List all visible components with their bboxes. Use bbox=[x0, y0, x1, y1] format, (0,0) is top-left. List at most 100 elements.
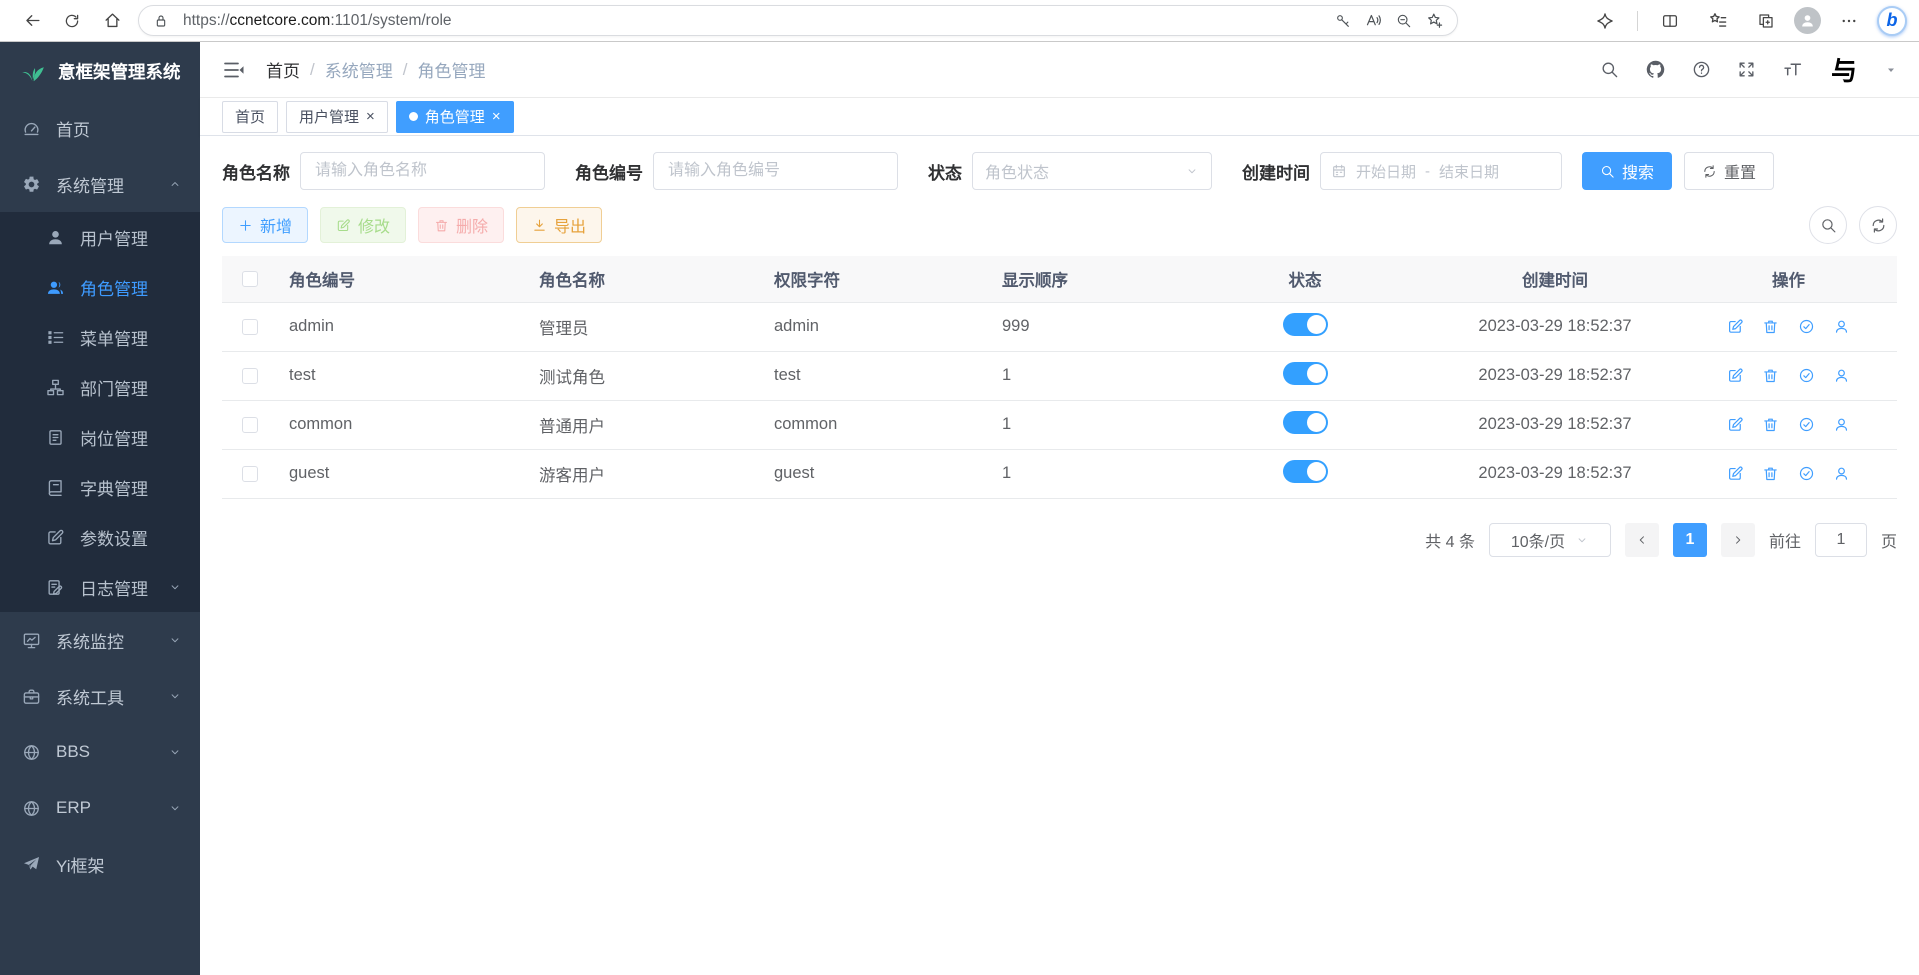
next-page-button[interactable] bbox=[1721, 523, 1755, 557]
search-button[interactable]: 搜索 bbox=[1582, 152, 1672, 190]
export-button[interactable]: 导出 bbox=[516, 207, 602, 243]
row-data-scope-icon[interactable] bbox=[1798, 318, 1815, 335]
row-checkbox[interactable] bbox=[242, 466, 258, 482]
status-select[interactable]: 角色状态 bbox=[972, 152, 1212, 190]
status-toggle[interactable] bbox=[1283, 313, 1328, 336]
status-toggle[interactable] bbox=[1283, 362, 1328, 385]
row-delete-icon[interactable] bbox=[1762, 367, 1779, 384]
row-edit-icon[interactable] bbox=[1727, 416, 1744, 433]
sidebar-item-param-settings[interactable]: 参数设置 bbox=[0, 512, 200, 562]
zoom-out-icon[interactable] bbox=[1396, 13, 1412, 29]
cell-perm: test bbox=[762, 351, 990, 400]
refresh-table-button[interactable] bbox=[1859, 206, 1897, 244]
status-toggle[interactable] bbox=[1283, 460, 1328, 483]
row-delete-icon[interactable] bbox=[1762, 465, 1779, 482]
reload-icon[interactable] bbox=[52, 4, 92, 38]
split-screen-icon[interactable] bbox=[1650, 4, 1690, 38]
sidebar-item-post-mgmt[interactable]: 岗位管理 bbox=[0, 412, 200, 462]
role-code-input[interactable] bbox=[653, 152, 898, 190]
prev-page-button[interactable] bbox=[1625, 523, 1659, 557]
status-toggle[interactable] bbox=[1283, 411, 1328, 434]
tab-label: 首页 bbox=[235, 106, 265, 127]
github-icon[interactable] bbox=[1645, 59, 1666, 80]
settings-dots-icon[interactable] bbox=[1829, 4, 1869, 38]
url-text[interactable]: https://ccnetcore.com:1101/system/role bbox=[183, 12, 1321, 30]
goto-page-input[interactable] bbox=[1815, 523, 1867, 557]
sidebar-item-monitor[interactable]: 系统监控 bbox=[0, 612, 200, 668]
row-data-scope-icon[interactable] bbox=[1798, 465, 1815, 482]
address-bar[interactable]: https://ccnetcore.com:1101/system/role bbox=[138, 5, 1458, 36]
read-aloud-icon[interactable] bbox=[1365, 12, 1382, 29]
select-all-checkbox[interactable] bbox=[242, 271, 258, 287]
sidebar-item-user-mgmt[interactable]: 用户管理 bbox=[0, 212, 200, 262]
sidebar-item-label: BBS bbox=[56, 742, 90, 762]
tab-user-mgmt[interactable]: 用户管理 × bbox=[286, 101, 388, 133]
caret-down-icon[interactable] bbox=[1885, 64, 1897, 76]
role-name-input[interactable] bbox=[300, 152, 545, 190]
row-data-scope-icon[interactable] bbox=[1798, 416, 1815, 433]
close-icon[interactable]: × bbox=[492, 109, 501, 124]
copilot-icon[interactable]: b bbox=[1877, 6, 1907, 36]
sidebar-item-role-mgmt[interactable]: 角色管理 bbox=[0, 262, 200, 312]
row-assign-user-icon[interactable] bbox=[1833, 465, 1850, 482]
toolbar-divider bbox=[1637, 11, 1638, 31]
modify-button[interactable]: 修改 bbox=[320, 207, 406, 243]
row-checkbox[interactable] bbox=[242, 368, 258, 384]
help-icon[interactable] bbox=[1692, 60, 1711, 79]
font-size-icon[interactable] bbox=[1782, 59, 1803, 80]
row-assign-user-icon[interactable] bbox=[1833, 318, 1850, 335]
cell-role-name: 测试角色 bbox=[527, 351, 762, 400]
collapse-sidebar-icon[interactable] bbox=[222, 58, 246, 82]
breadcrumb-home[interactable]: 首页 bbox=[266, 57, 300, 82]
sidebar-item-yi-framework[interactable]: Yi框架 bbox=[0, 836, 200, 892]
password-key-icon[interactable] bbox=[1335, 13, 1351, 29]
tab-home[interactable]: 首页 bbox=[222, 101, 278, 133]
row-edit-icon[interactable] bbox=[1727, 318, 1744, 335]
sidebar-item-erp[interactable]: ERP bbox=[0, 780, 200, 836]
sidebar-item-home[interactable]: 首页 bbox=[0, 100, 200, 156]
role-table: 角色编号 角色名称 权限字符 显示顺序 状态 创建时间 操作 admin 管理员 bbox=[222, 256, 1897, 499]
favorites-icon[interactable] bbox=[1698, 4, 1738, 38]
sidebar-item-dict-mgmt[interactable]: 字典管理 bbox=[0, 462, 200, 512]
reset-button[interactable]: 重置 bbox=[1684, 152, 1774, 190]
refresh-icon bbox=[1870, 217, 1887, 234]
add-favorite-icon[interactable] bbox=[1426, 12, 1443, 29]
row-checkbox[interactable] bbox=[242, 319, 258, 335]
home-icon[interactable] bbox=[92, 4, 132, 38]
post-icon bbox=[46, 428, 65, 447]
sidebar-submenu-system: 用户管理 角色管理 菜单管理 部门管理 岗位管理 bbox=[0, 212, 200, 612]
user-avatar-logo[interactable]: 与 bbox=[1829, 55, 1859, 85]
back-icon[interactable] bbox=[12, 4, 52, 38]
date-range-picker[interactable]: 开始日期 - 结束日期 bbox=[1320, 152, 1562, 190]
sidebar-item-menu-mgmt[interactable]: 菜单管理 bbox=[0, 312, 200, 362]
tab-role-mgmt[interactable]: 角色管理 × bbox=[396, 101, 514, 133]
add-button[interactable]: 新增 bbox=[222, 207, 308, 243]
sidebar-item-system[interactable]: 系统管理 bbox=[0, 156, 200, 212]
breadcrumb-system: 系统管理 bbox=[325, 57, 393, 82]
chevron-down-icon bbox=[1185, 164, 1199, 178]
page-size-select[interactable]: 10条/页 bbox=[1489, 523, 1611, 557]
close-icon[interactable]: × bbox=[366, 109, 375, 124]
search-icon[interactable] bbox=[1600, 60, 1619, 79]
sidebar-item-dept-mgmt[interactable]: 部门管理 bbox=[0, 362, 200, 412]
sidebar-item-bbs[interactable]: BBS bbox=[0, 724, 200, 780]
row-edit-icon[interactable] bbox=[1727, 367, 1744, 384]
page-button-1[interactable]: 1 bbox=[1673, 523, 1707, 557]
profile-avatar[interactable] bbox=[1794, 7, 1821, 34]
sidebar-item-log-mgmt[interactable]: 日志管理 bbox=[0, 562, 200, 612]
delete-button[interactable]: 删除 bbox=[418, 207, 504, 243]
collections-icon[interactable] bbox=[1746, 4, 1786, 38]
row-assign-user-icon[interactable] bbox=[1833, 416, 1850, 433]
row-assign-user-icon[interactable] bbox=[1833, 367, 1850, 384]
row-edit-icon[interactable] bbox=[1727, 465, 1744, 482]
row-delete-icon[interactable] bbox=[1762, 318, 1779, 335]
fullscreen-icon[interactable] bbox=[1737, 60, 1756, 79]
sidebar-item-tools[interactable]: 系统工具 bbox=[0, 668, 200, 724]
cell-role-code: guest bbox=[277, 449, 527, 498]
browser-essentials-icon[interactable] bbox=[1585, 4, 1625, 38]
toggle-search-button[interactable] bbox=[1809, 206, 1847, 244]
row-delete-icon[interactable] bbox=[1762, 416, 1779, 433]
row-checkbox[interactable] bbox=[242, 417, 258, 433]
cell-created: 2023-03-29 18:52:37 bbox=[1430, 351, 1680, 400]
row-data-scope-icon[interactable] bbox=[1798, 367, 1815, 384]
